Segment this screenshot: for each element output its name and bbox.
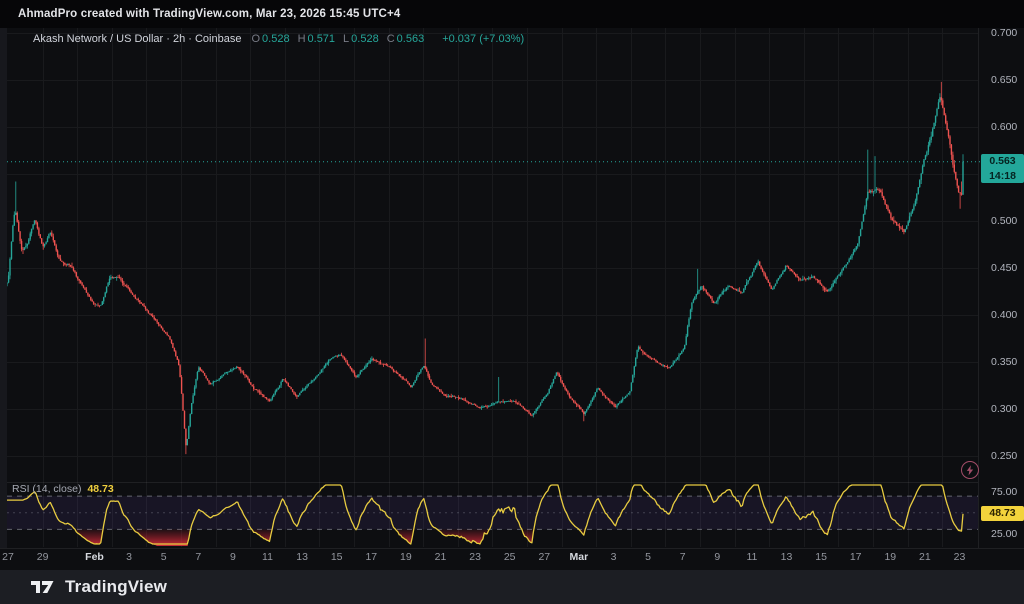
time-tick-label: 9 [714,550,720,564]
time-tick-label: 17 [365,550,377,564]
price-tick-label: 0.350 [991,356,1017,368]
bar-countdown: 14:18 [981,169,1024,184]
attribution-text: AhmadPro created with TradingView.com, M… [18,8,400,20]
time-tick-label: 25 [504,550,516,564]
rsi-legend[interactable]: RSI (14, close) 48.73 [12,483,114,495]
price-tick-label: 0.700 [991,27,1017,39]
last-price-value: 0.563 [981,154,1024,169]
price-tick-label: 0.650 [991,74,1017,86]
ohlc-value: 0.571 [308,33,336,45]
ohlc-value: 0.528 [262,33,290,45]
last-price-badge: 0.563 14:18 [981,154,1024,183]
price-tick-label: 0.500 [991,215,1017,227]
symbol-legend[interactable]: Akash Network / US Dollar · 2h · Coinbas… [33,33,524,45]
tradingview-logo-icon[interactable] [30,578,56,596]
price-tick-label: 0.450 [991,262,1017,274]
rsi-label: RSI (14, close) [12,483,81,495]
time-tick-label: Feb [85,550,104,564]
lightning-icon [966,465,974,476]
tradingview-chart-screenshot: AhmadPro created with TradingView.com, M… [0,0,1024,604]
time-tick-label: Mar [570,550,589,564]
price-scale[interactable] [978,28,1024,548]
time-tick-label: 15 [331,550,343,564]
price-tick-label: 0.250 [991,450,1017,462]
rsi-value: 48.73 [87,483,113,495]
time-tick-label: 5 [645,550,651,564]
time-tick-label: 27 [538,550,550,564]
tradingview-brand[interactable]: TradingView [65,577,167,597]
price-tick-label: 0.600 [991,121,1017,133]
time-tick-label: 23 [469,550,481,564]
change-value: +0.037 (+7.03%) [442,33,524,45]
lightning-button[interactable] [961,461,979,479]
ohlc-key: C [387,33,395,45]
time-tick-label: 9 [230,550,236,564]
ohlc-value: 0.528 [351,33,379,45]
time-tick-label: 13 [781,550,793,564]
rsi-tick-label: 25.00 [991,528,1017,540]
ohlc-value: 0.563 [397,33,425,45]
ohlc-key: L [343,33,349,45]
chart-canvas[interactable] [0,0,1024,604]
time-tick-label: 15 [815,550,827,564]
rsi-value-badge: 48.73 [981,506,1024,521]
footer-bar: TradingView [0,570,1024,604]
ohlc-key: H [298,33,306,45]
rsi-tick-label: 75.00 [991,486,1017,498]
time-tick-label: 21 [435,550,447,564]
time-tick-label: 21 [919,550,931,564]
time-tick-label: 29 [37,550,49,564]
time-tick-label: 3 [611,550,617,564]
time-tick-label: 19 [400,550,412,564]
time-tick-label: 27 [2,550,14,564]
time-tick-label: 7 [195,550,201,564]
time-tick-label: 11 [262,550,273,564]
ohlc-values: O0.528H0.571L0.528C0.563 [251,33,432,45]
price-tick-label: 0.300 [991,403,1017,415]
time-tick-label: 23 [954,550,966,564]
ohlc-key: O [251,33,260,45]
attribution-bar: AhmadPro created with TradingView.com, M… [0,0,1024,28]
time-tick-label: 11 [746,550,757,564]
time-tick-label: 3 [126,550,132,564]
time-tick-label: 17 [850,550,862,564]
left-gutter [0,28,7,548]
time-tick-label: 5 [161,550,167,564]
price-tick-label: 0.400 [991,309,1017,321]
time-tick-label: 7 [680,550,686,564]
time-tick-label: 13 [296,550,308,564]
symbol-title[interactable]: Akash Network / US Dollar · 2h · Coinbas… [33,33,241,45]
time-tick-label: 19 [884,550,896,564]
